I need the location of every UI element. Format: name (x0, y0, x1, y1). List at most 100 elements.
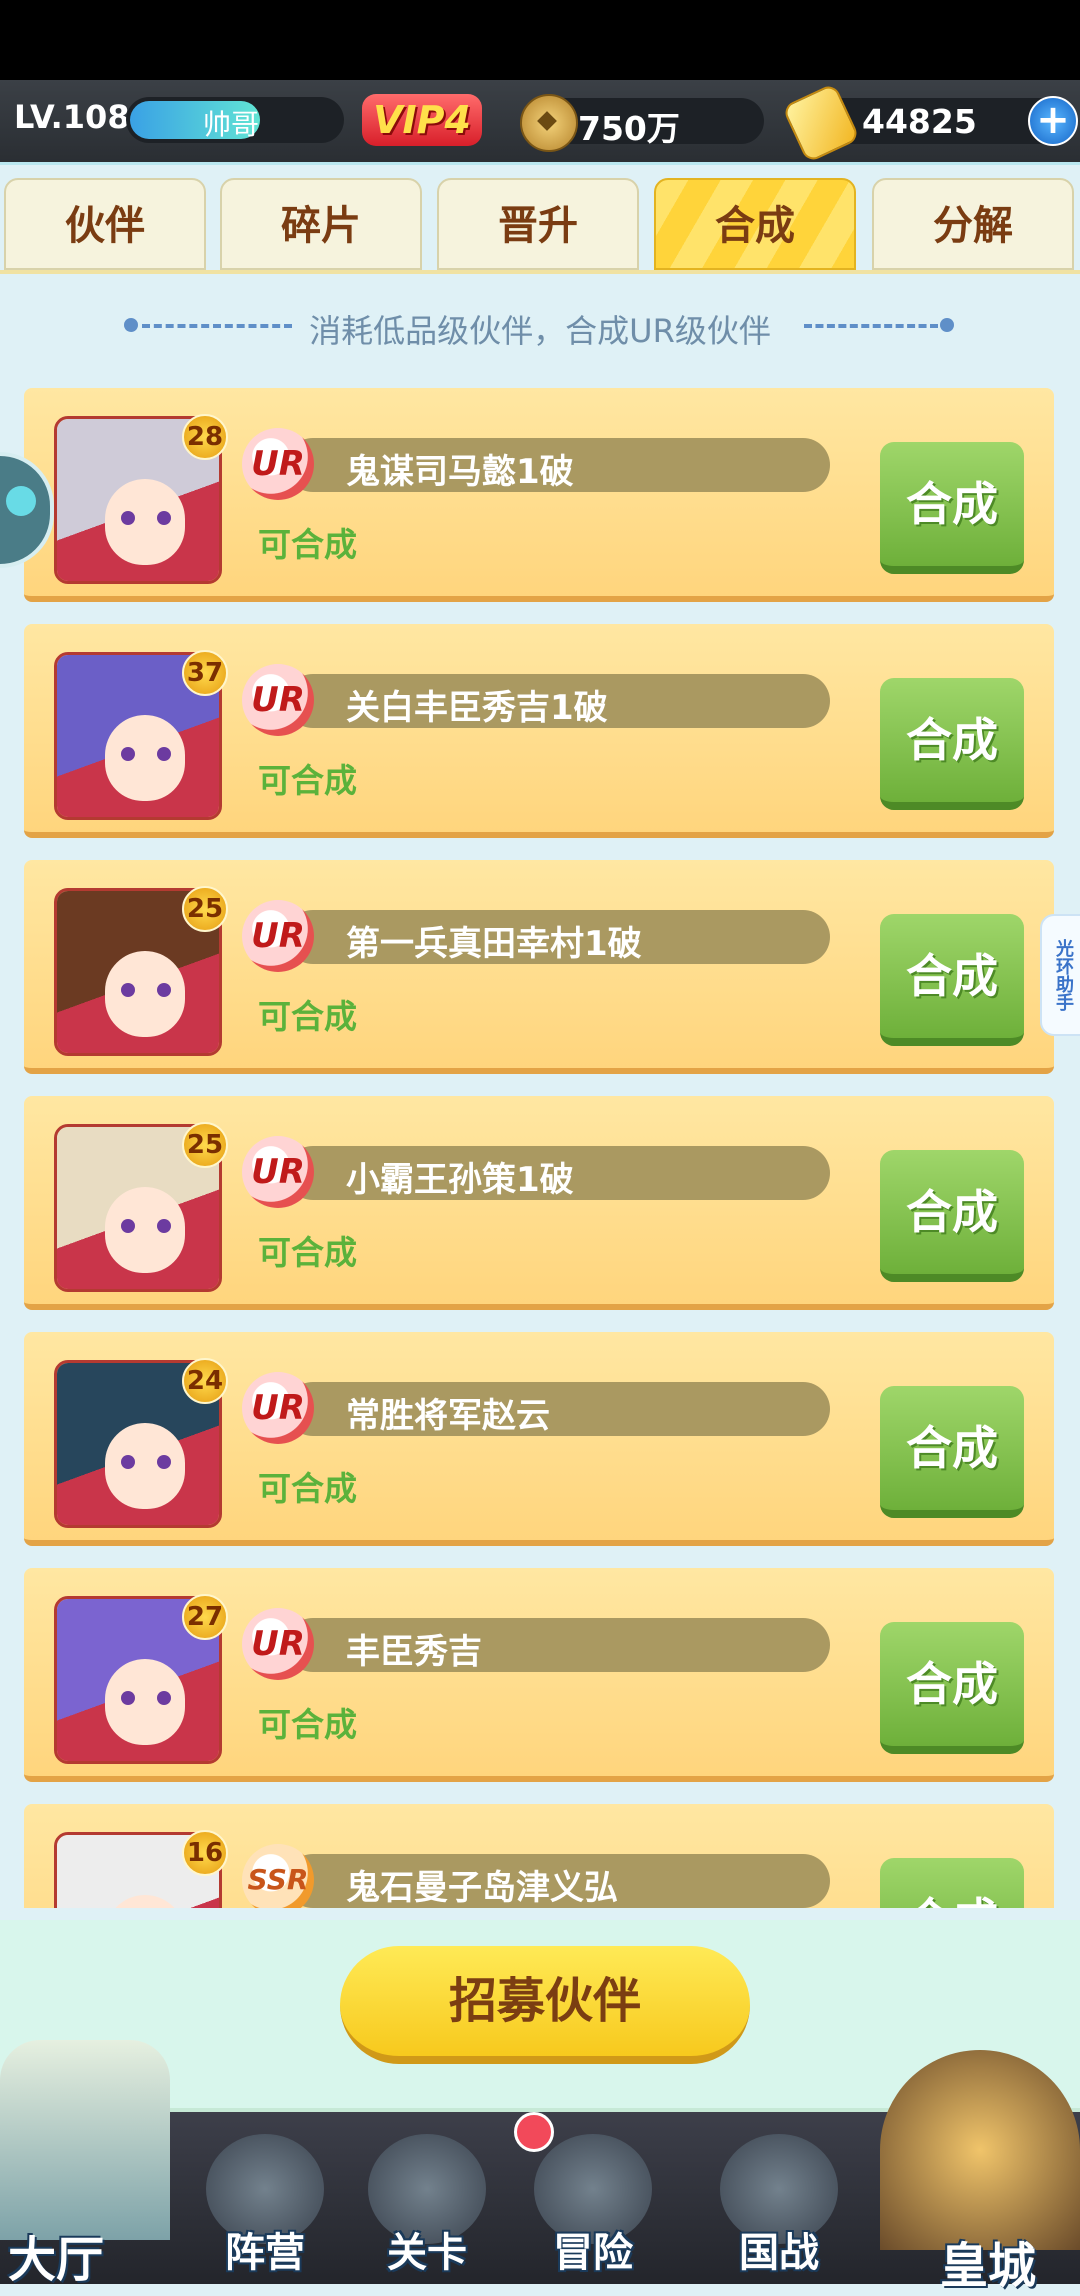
coin-amount: 750万 (578, 109, 680, 148)
portrait-eye (157, 1219, 171, 1233)
partner-name-pill: 鬼石曼子岛津义弘 (286, 1854, 830, 1908)
coin-counter: 750万 (520, 94, 764, 152)
partner-row: 27 丰臣秀吉 UR 可合成 合成 (24, 1568, 1054, 1782)
hint-dot-left (124, 318, 138, 332)
portrait-eye (121, 747, 135, 761)
tab-divider (0, 270, 1080, 274)
tab-promote[interactable]: 晋升 (437, 178, 639, 270)
hall-building-icon (0, 2040, 170, 2240)
add-gold-button[interactable]: + (1028, 96, 1078, 146)
status-bar (0, 0, 1080, 80)
partner-status: 可合成 (258, 1469, 357, 1508)
partner-status: 可合成 (258, 997, 357, 1036)
partner-name: 丰臣秀吉 (346, 1632, 482, 1672)
rarity-icon: UR (242, 1136, 314, 1208)
castle-icon (880, 2050, 1080, 2250)
portrait-eye (157, 1691, 171, 1705)
partner-level-badge: 24 (182, 1358, 228, 1404)
partner-row: 25 第一兵真田幸村1破 UR 可合成 合成 (24, 860, 1054, 1074)
portrait-eye (157, 747, 171, 761)
nav-label: 冒险 (553, 2230, 633, 2276)
synthesize-button[interactable]: 合成 (880, 1622, 1024, 1754)
rarity-icon: UR (242, 664, 314, 736)
vip-badge[interactable]: VIP4 (362, 94, 482, 146)
player-exp-bar: 帅哥 (126, 97, 344, 143)
synthesize-button[interactable]: 合成 (880, 914, 1024, 1046)
portrait-eye (157, 511, 171, 525)
gold-counter: 44825 (781, 82, 1064, 164)
partner-level-badge: 25 (182, 1122, 228, 1168)
partner-row: 24 常胜将军赵云 UR 可合成 合成 (24, 1332, 1054, 1546)
partner-level-badge: 37 (182, 650, 228, 696)
synthesis-hint: 消耗低品级伙伴，合成UR级伙伴 (120, 302, 960, 352)
synthesize-button[interactable]: 合成 (880, 1858, 1024, 1908)
partner-status: 可合成 (258, 761, 357, 800)
rarity-icon: UR (242, 900, 314, 972)
portrait-eye (121, 983, 135, 997)
portrait-eye (121, 1691, 135, 1705)
partner-status: 可合成 (258, 1233, 357, 1272)
nav-formation[interactable]: 阵营 (190, 2126, 340, 2282)
top-resource-bar: LV.108 帅哥 VIP4 750万 44825 (0, 80, 1080, 165)
partner-name-pill: 小霸王孙策1破 (286, 1146, 830, 1200)
portrait-face (105, 1423, 185, 1509)
player-level: LV.108 (14, 98, 130, 136)
hint-dot-right (940, 318, 954, 332)
partner-row: 37 关白丰臣秀吉1破 UR 可合成 合成 (24, 624, 1054, 838)
portrait-eye (121, 511, 135, 525)
assistant-side-tab[interactable]: 光环助手 (1040, 914, 1080, 1036)
player-name: 帅哥 (202, 108, 259, 141)
notification-dot (514, 2112, 554, 2152)
portrait-eye (121, 1455, 135, 1469)
partner-row: 28 鬼谋司马懿1破 UR 可合成 合成 (24, 388, 1054, 602)
gold-ingot-icon (781, 82, 861, 164)
partner-name-pill: 第一兵真田幸村1破 (286, 910, 830, 964)
portrait-face (105, 951, 185, 1037)
tab-bar: 伙伴 碎片 晋升 合成 分解 (0, 178, 1080, 272)
partner-name-pill: 鬼谋司马懿1破 (286, 438, 830, 492)
partner-row: 16 鬼石曼子岛津义弘 SSR 合成 (24, 1804, 1054, 1908)
partner-level-badge: 25 (182, 886, 228, 932)
hint-text: 消耗低品级伙伴，合成UR级伙伴 (309, 312, 771, 350)
partner-name-pill: 常胜将军赵云 (286, 1382, 830, 1436)
portrait-face (105, 1187, 185, 1273)
partner-name: 关白丰臣秀吉1破 (346, 688, 608, 728)
partner-name: 常胜将军赵云 (346, 1396, 550, 1436)
nav-hall[interactable]: 大厅 (0, 2040, 170, 2288)
nav-label: 国战 (739, 2230, 819, 2276)
nav-label: 皇城 (940, 2238, 1037, 2294)
portrait-face (105, 1659, 185, 1745)
partner-name: 鬼谋司马懿1破 (346, 452, 574, 492)
recruit-partner-button[interactable]: 招募伙伴 (340, 1946, 750, 2064)
partner-status: 可合成 (258, 1705, 357, 1744)
portrait-eye (121, 1219, 135, 1233)
synthesize-button[interactable]: 合成 (880, 1386, 1024, 1518)
tab-decompose[interactable]: 分解 (872, 178, 1074, 270)
nav-stage[interactable]: 关卡 (352, 2126, 502, 2282)
portrait-eye (157, 1455, 171, 1469)
hint-dashes-right (804, 324, 938, 332)
portrait-face (105, 479, 185, 565)
nav-war[interactable]: 国战 (704, 2126, 854, 2282)
tab-fragments[interactable]: 碎片 (220, 178, 422, 270)
partner-list[interactable]: 28 鬼谋司马懿1破 UR 可合成 合成 37 关白丰臣秀吉1破 UR 可合成 … (24, 388, 1054, 1908)
portrait-face (105, 715, 185, 801)
portrait-eye (157, 983, 171, 997)
partner-name: 第一兵真田幸村1破 (346, 924, 642, 964)
nav-label: 关卡 (387, 2230, 467, 2276)
synthesize-button[interactable]: 合成 (880, 1150, 1024, 1282)
rarity-icon: UR (242, 1372, 314, 1444)
partner-row: 25 小霸王孙策1破 UR 可合成 合成 (24, 1096, 1054, 1310)
hint-dashes-left (142, 324, 292, 332)
partner-level-badge: 27 (182, 1594, 228, 1640)
nav-castle[interactable]: 皇城 (880, 2050, 1080, 2294)
partner-name: 鬼石曼子岛津义弘 (346, 1868, 618, 1908)
rarity-icon: UR (242, 428, 314, 500)
synthesize-button[interactable]: 合成 (880, 442, 1024, 574)
partner-name-pill: 丰臣秀吉 (286, 1618, 830, 1672)
tab-synthesize[interactable]: 合成 (654, 178, 856, 270)
tab-partner[interactable]: 伙伴 (4, 178, 206, 270)
synthesize-button[interactable]: 合成 (880, 678, 1024, 810)
partner-level-badge: 28 (182, 414, 228, 460)
partner-level-badge: 16 (182, 1830, 228, 1876)
